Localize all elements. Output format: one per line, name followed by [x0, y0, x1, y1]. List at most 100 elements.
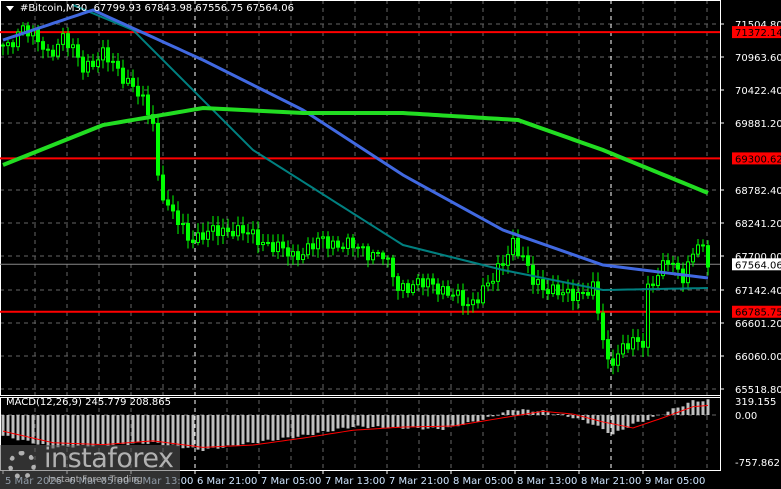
- candle-body: [586, 292, 590, 296]
- candle-body: [601, 312, 605, 341]
- macd-histogram-bar: [351, 415, 355, 427]
- macd-histogram-bar: [561, 414, 565, 415]
- macd-histogram-bar: [471, 415, 475, 422]
- macd-histogram-bar: [61, 415, 65, 446]
- macd-histogram-bar: [231, 415, 235, 446]
- candle-body: [321, 236, 325, 239]
- macd-histogram-bar: [111, 415, 115, 445]
- dropdown-triangle-icon[interactable]: [6, 5, 14, 11]
- macd-histogram-bar: [566, 415, 570, 417]
- macd-histogram-bar: [96, 415, 100, 445]
- price-chart[interactable]: 71504.8070963.6070422.4069881.2068782.40…: [0, 0, 781, 489]
- macd-histogram-bar: [136, 415, 140, 443]
- candle-body: [621, 343, 625, 355]
- macd-histogram-bar: [16, 415, 20, 441]
- time-axis-label: 7 Mar 13:00: [325, 476, 385, 487]
- macd-histogram-bar: [676, 407, 680, 415]
- macd-label: MACD(12,26,9) 245.779 208.865: [6, 397, 172, 408]
- candle-body: [161, 174, 165, 201]
- watermark-tagline: Instant Forex Trading: [48, 475, 143, 485]
- macd-histogram-bar: [286, 415, 290, 438]
- candle-body: [456, 290, 460, 296]
- macd-histogram-bar: [251, 415, 255, 443]
- macd-histogram-bar: [696, 401, 700, 415]
- macd-histogram-bar: [261, 415, 265, 441]
- candle-body: [91, 60, 95, 67]
- candle-body: [356, 246, 360, 249]
- candle-body: [326, 236, 330, 249]
- macd-histogram-bar: [121, 415, 125, 445]
- macd-histogram-bar: [461, 415, 465, 425]
- candle-body: [631, 337, 635, 350]
- candle-body: [136, 85, 140, 97]
- time-axis-label: 8 Mar 13:00: [517, 476, 577, 487]
- macd-histogram-bar: [411, 415, 415, 428]
- macd-histogram-bar: [196, 415, 200, 450]
- candle-body: [316, 237, 320, 250]
- macd-histogram-bar: [641, 415, 645, 422]
- candle-body: [396, 276, 400, 291]
- time-axis-label: 8 Mar 05:00: [453, 476, 513, 487]
- instaforex-logo-icon: [8, 451, 36, 479]
- candle-body: [131, 77, 135, 87]
- macd-histogram-bar: [276, 415, 280, 441]
- macd-histogram-bar: [381, 415, 385, 428]
- candle-body: [526, 255, 530, 266]
- candle-body: [696, 244, 700, 255]
- candle-body: [611, 358, 615, 366]
- macd-histogram-bar: [496, 415, 500, 416]
- candle-body: [261, 241, 265, 246]
- candle-body: [201, 232, 205, 240]
- macd-histogram-bar: [366, 415, 370, 429]
- macd-histogram-bar: [341, 415, 345, 428]
- candle-body: [96, 59, 100, 67]
- time-axis-label: 6 Mar 21:00: [197, 476, 257, 487]
- candle-body: [376, 252, 380, 255]
- macd-histogram-bar: [456, 415, 460, 427]
- price-axis-label: 65518.80: [735, 385, 781, 396]
- macd-histogram-bar: [501, 412, 505, 415]
- candle-body: [1, 44, 5, 47]
- candle-body: [241, 225, 245, 234]
- macd-histogram-bar: [616, 415, 620, 431]
- candle-body: [636, 337, 640, 342]
- macd-histogram-bar: [211, 415, 215, 448]
- chart-window[interactable]: 71504.80 70963.60 70422.40 69881.20 68782.40…: [0, 0, 781, 489]
- macd-histogram-bar: [626, 415, 630, 428]
- candle-body: [581, 291, 585, 294]
- macd-histogram-bar: [636, 415, 640, 422]
- candle-body: [651, 283, 655, 286]
- macd-histogram-bar: [316, 415, 320, 433]
- macd-histogram-bar: [551, 414, 555, 415]
- candle-body: [56, 43, 60, 57]
- macd-histogram-bar: [336, 415, 340, 429]
- candle-body: [511, 237, 515, 256]
- macd-histogram-bar: [511, 410, 515, 415]
- candle-body: [341, 246, 345, 249]
- candle-body: [191, 239, 195, 243]
- macd-histogram-bar: [436, 415, 440, 430]
- candle-body: [361, 246, 365, 249]
- macd-histogram-bar: [346, 415, 350, 429]
- candle-body: [491, 280, 495, 284]
- macd-histogram-bar: [651, 415, 655, 417]
- candle-body: [196, 232, 200, 243]
- macd-histogram-bar: [701, 401, 705, 415]
- macd-histogram-bar: [631, 415, 635, 424]
- ohlc-values: 67799.93 67843.98 67556.75 67564.06: [93, 3, 294, 14]
- macd-histogram-bar: [331, 415, 335, 432]
- macd-histogram-bar: [31, 415, 35, 444]
- candle-body: [386, 257, 390, 260]
- macd-histogram-bar: [441, 415, 445, 430]
- candle-body: [701, 244, 705, 247]
- macd-histogram-bar: [291, 415, 295, 439]
- macd-histogram-bar: [446, 415, 450, 428]
- price-axis-label: 68782.40: [735, 186, 781, 197]
- candle-body: [536, 279, 540, 285]
- candle-body: [416, 278, 420, 286]
- candle-body: [116, 60, 120, 69]
- macd-histogram-bar: [176, 415, 180, 447]
- candle-body: [221, 227, 225, 236]
- macd-histogram-bar: [246, 415, 250, 443]
- macd-histogram-bar: [586, 415, 590, 424]
